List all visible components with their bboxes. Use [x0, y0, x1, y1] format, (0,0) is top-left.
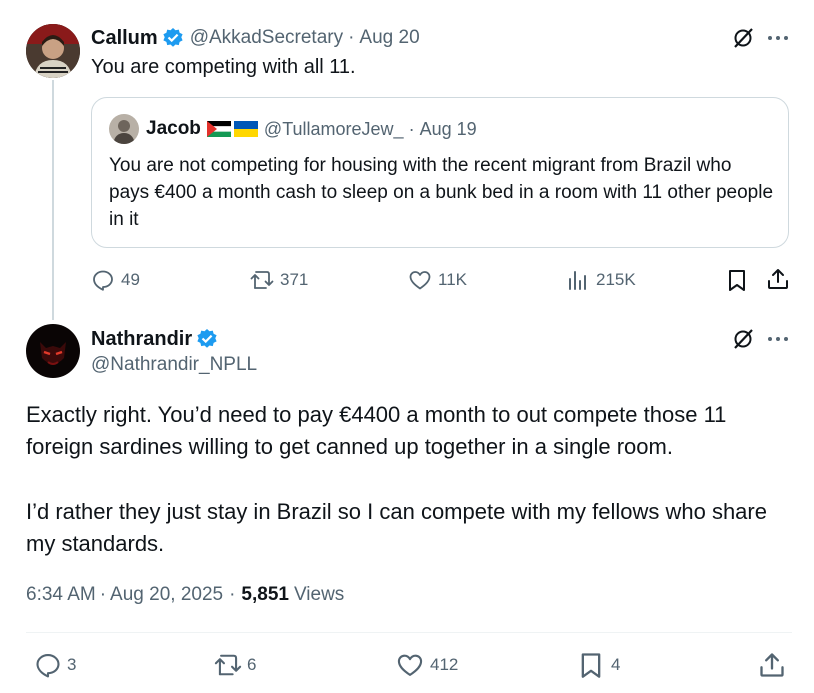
tweet2-views-count: 5,851 [241, 584, 289, 605]
tweet2-reply-count: 3 [67, 655, 77, 674]
tweet1-date[interactable]: Aug 20 [359, 27, 419, 49]
ukraine-flag-icon [233, 121, 258, 137]
tweet2-views-label: Views [293, 584, 345, 605]
bookmark-icon[interactable] [726, 268, 748, 292]
tweet2-name-row: Nathrandir [91, 326, 218, 352]
jacob-avatar[interactable] [109, 114, 139, 144]
bookmark-icon [578, 651, 604, 679]
tweet1-reply-count: 49 [121, 270, 140, 289]
quote-date[interactable]: Aug 19 [420, 119, 477, 140]
tweet2-reply-button[interactable]: 3 [34, 651, 76, 679]
more-options-icon[interactable] [766, 28, 790, 48]
tweet2-time[interactable]: 6:34 AM [26, 584, 96, 606]
tweet2-bookmark-button[interactable]: 4 [578, 651, 620, 679]
callum-avatar[interactable] [26, 24, 80, 78]
tweet1-like-count: 11K [438, 270, 467, 289]
divider [26, 632, 792, 633]
tweet2-retweet-button[interactable]: 6 [213, 651, 256, 679]
tweet2-paragraph2: I’d rather they just stay in Brazil so I… [26, 499, 767, 556]
tweet1-like-button[interactable]: 11K [408, 268, 467, 292]
quote-name[interactable]: Jacob [146, 118, 201, 140]
palestine-flag-icon [206, 121, 232, 137]
retweet-icon [249, 268, 275, 292]
like-icon [408, 268, 432, 292]
quote-handle[interactable]: @TullamoreJew_ [264, 119, 404, 140]
tweet1-views-button[interactable]: 215K [567, 268, 636, 292]
grok-icon[interactable] [731, 26, 755, 50]
retweet-icon [213, 651, 243, 679]
reply-icon [91, 268, 115, 292]
nathrandir-avatar[interactable] [26, 324, 80, 378]
tweet2-name[interactable]: Nathrandir [91, 328, 192, 351]
thread-line [52, 80, 54, 320]
quote-header: Jacob @TullamoreJew_ · Aug 19 [146, 117, 477, 141]
quote-text: You are not competing for housing with t… [109, 155, 774, 230]
tweet1-handle[interactable]: @AkkadSecretary [190, 27, 343, 49]
tweet2-like-button[interactable]: 412 [396, 651, 458, 679]
tweet2-meta: 6:34 AM · Aug 20, 2025 · 5,851 Views [26, 584, 344, 606]
tweet1-name[interactable]: Callum [91, 27, 158, 50]
share-icon[interactable] [758, 651, 786, 679]
tweet2-handle[interactable]: @Nathrandir_NPLL [91, 354, 257, 376]
tweet1-reply-button[interactable]: 49 [91, 268, 140, 292]
tweet1-retweet-button[interactable]: 371 [249, 268, 308, 292]
tweet2-retweet-count: 6 [247, 655, 257, 674]
tweet2-date[interactable]: Aug 20, 2025 [110, 584, 223, 606]
tweet2-meta-sep1: · [99, 584, 107, 605]
tweet2-like-count: 412 [430, 655, 459, 674]
tweet1-text: You are competing with all 11. [91, 56, 356, 78]
views-icon [567, 268, 589, 292]
verified-badge-icon [162, 27, 184, 49]
tweet1-views-count: 215K [596, 270, 636, 289]
tweet1-retweet-count: 371 [280, 270, 309, 289]
share-icon[interactable] [766, 267, 790, 291]
tweet2-paragraph1: Exactly right. You’d need to pay €4400 a… [26, 402, 727, 459]
reply-icon [34, 651, 62, 679]
tweet2-bookmark-count: 4 [611, 655, 621, 674]
tweet1-header: Callum @AkkadSecretary · Aug 20 [91, 25, 420, 51]
grok-icon[interactable] [731, 327, 755, 351]
like-icon [396, 651, 424, 679]
tweet1-sep: · [348, 27, 355, 48]
tweet2-meta-sep2: · [229, 584, 236, 605]
verified-badge-icon [196, 328, 218, 350]
quote-sep: · [408, 118, 415, 139]
more-options-icon[interactable] [766, 329, 790, 349]
